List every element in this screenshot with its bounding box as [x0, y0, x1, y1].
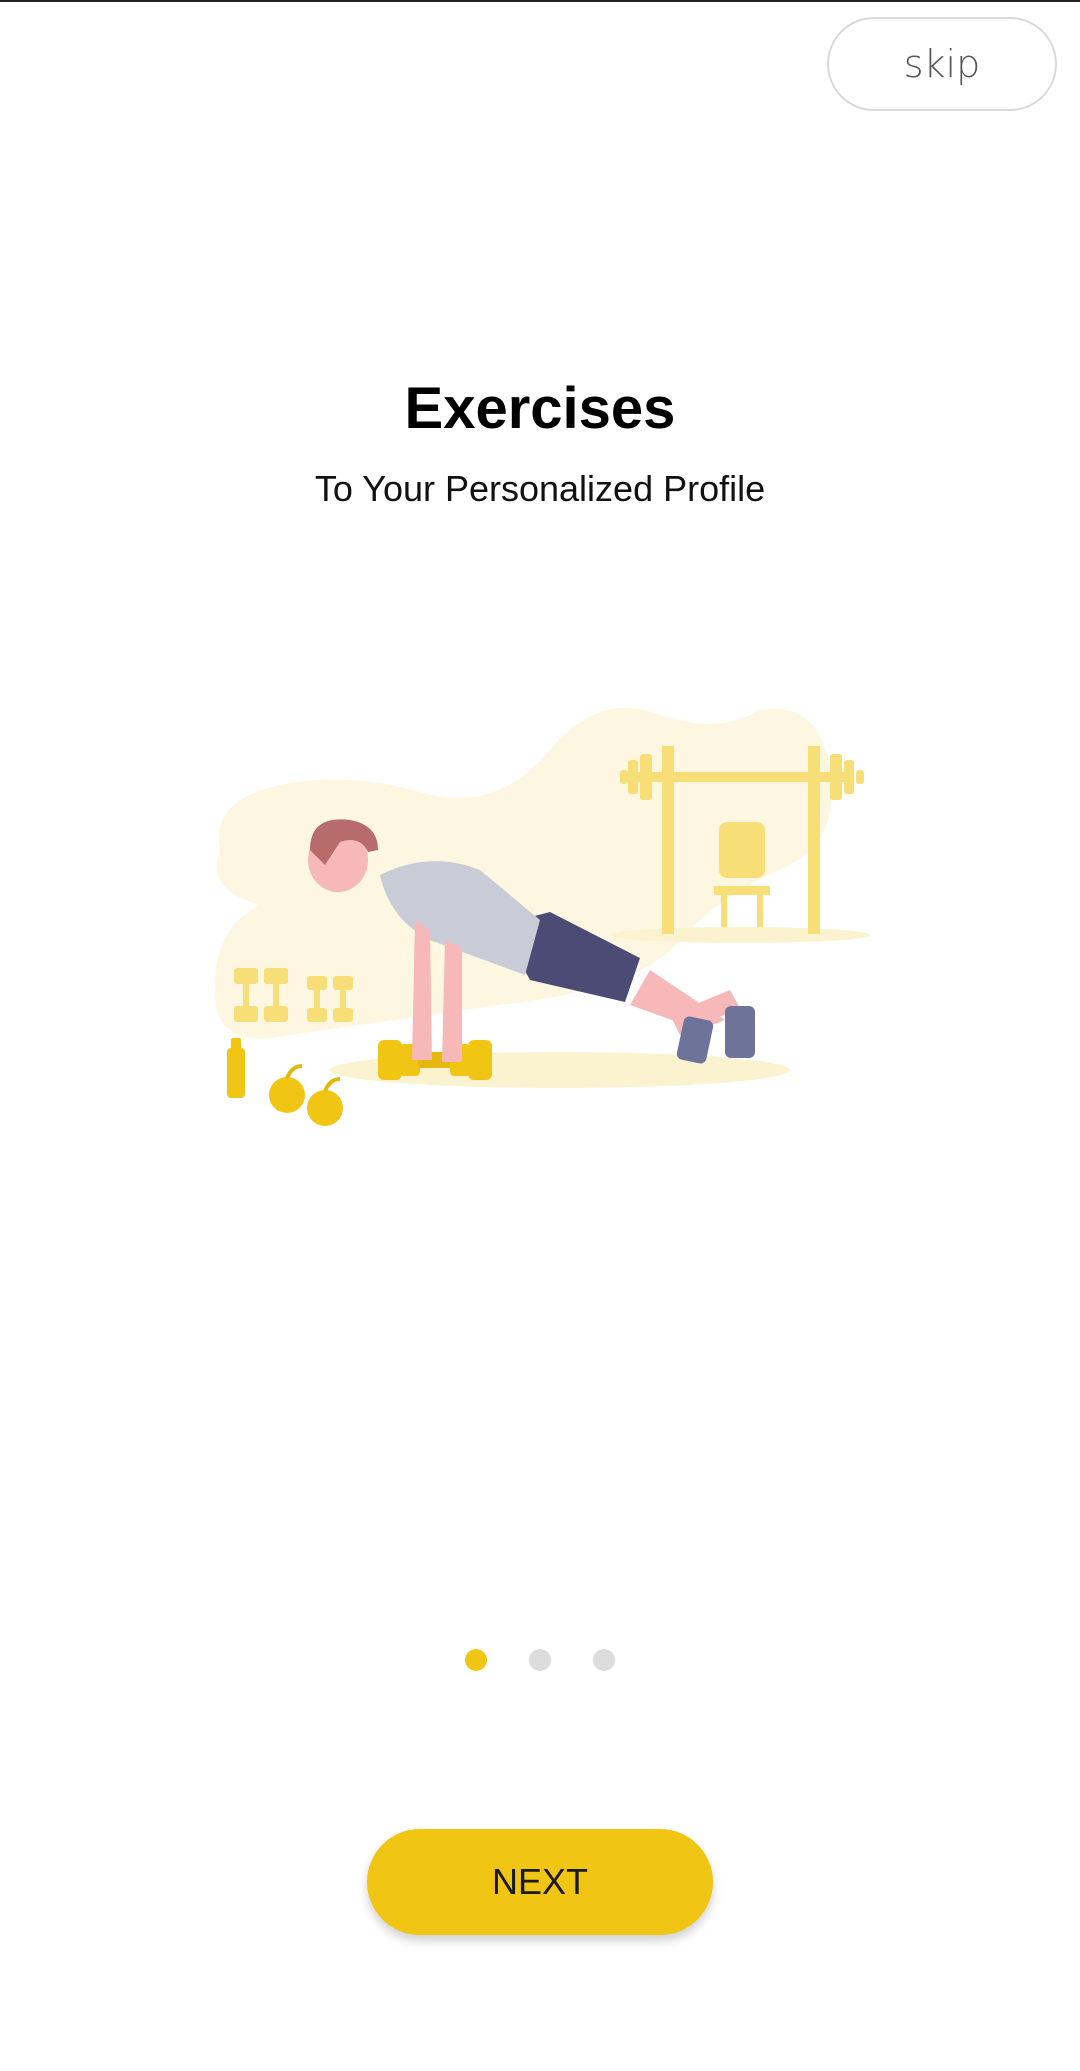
top-divider [0, 0, 1080, 2]
page-indicator [0, 1649, 1080, 1673]
gym-floor-shadow [610, 927, 870, 943]
skip-button[interactable]: skip [827, 17, 1057, 111]
bench-icon [714, 822, 770, 927]
page-dot-1[interactable] [465, 1649, 487, 1671]
push-up-workout-illustration [214, 707, 870, 1126]
page-dot-3[interactable] [593, 1649, 615, 1671]
page-subtitle: To Your Personalized Profile [314, 468, 766, 509]
water-bottle-icon [227, 1038, 245, 1098]
apple-icon [269, 1064, 343, 1126]
next-button[interactable]: NEXT [367, 1829, 713, 1935]
page-title: Exercises [404, 376, 676, 441]
page-dot-2[interactable] [529, 1649, 551, 1671]
